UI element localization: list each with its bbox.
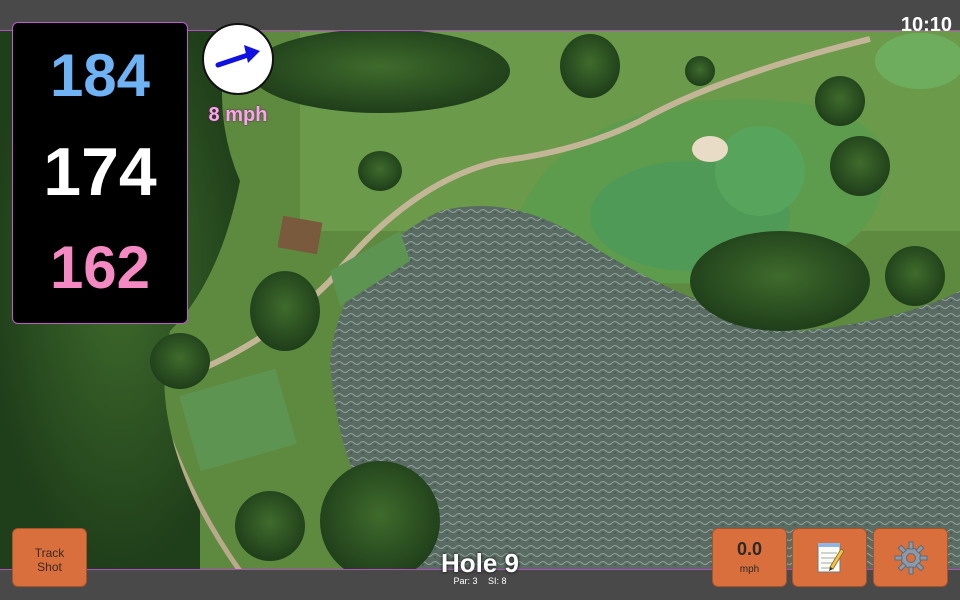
notepad-icon: [817, 542, 845, 572]
track-shot-label-line2: Shot: [37, 560, 62, 574]
wind-speed-unit: mph: [739, 564, 760, 575]
wind-speed-button[interactable]: 0.0 mph: [712, 528, 787, 587]
settings-button[interactable]: [873, 528, 948, 587]
notes-button[interactable]: [792, 528, 867, 587]
stroke-index-label: SI: 8: [488, 576, 507, 586]
track-shot-label-line1: Track: [34, 546, 65, 560]
hole-title: Hole 9: [440, 548, 520, 578]
hole-info: Par: 3 SI: 8: [400, 576, 560, 586]
distance-panel: 184 174 162: [12, 22, 188, 324]
wind-speed-label: 8 mph: [208, 104, 268, 126]
gear-icon: [894, 541, 927, 574]
par-label: Par: 3: [453, 576, 478, 586]
track-shot-button[interactable]: Track Shot: [12, 528, 87, 587]
distance-back: 184: [49, 42, 151, 109]
distance-front: 162: [49, 234, 151, 301]
arrow-icon: [215, 45, 260, 68]
distance-middle: 174: [43, 134, 157, 210]
clock: 10:10: [900, 14, 952, 36]
wind-speed-value: 0.0: [736, 539, 763, 559]
wind-direction-indicator: [202, 23, 274, 95]
